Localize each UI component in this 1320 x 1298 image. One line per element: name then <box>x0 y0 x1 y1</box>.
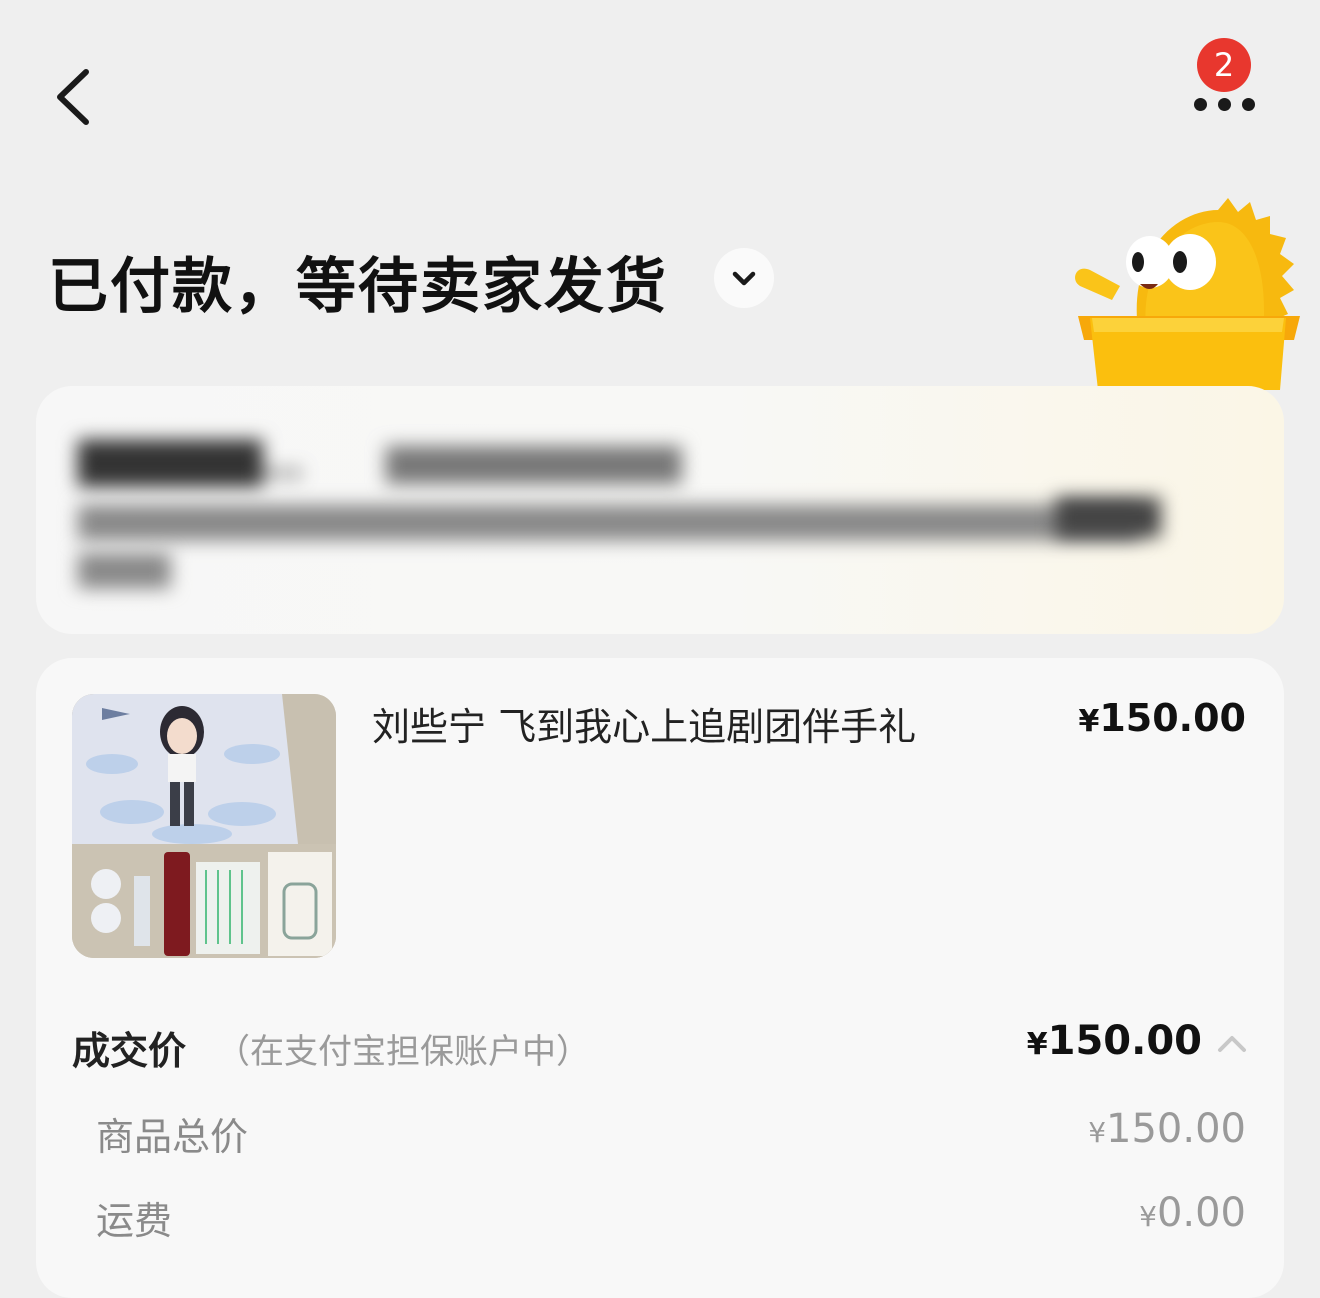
chevron-up-icon <box>1218 1036 1246 1052</box>
edit-address-button[interactable]: ████ <box>1056 498 1161 538</box>
subtotal-value: ¥150.00 <box>1088 1106 1246 1152</box>
order-detail-card: 刘些宁 飞到我心上追剧团伴手礼 ¥150.00 成交价 （在支付宝担保账户中） … <box>36 658 1284 1298</box>
address-line: ████ <box>78 554 171 589</box>
shipping-address-card[interactable]: ██████… ████████████ ███████████████████… <box>36 386 1284 634</box>
more-dots-icon <box>1194 98 1207 111</box>
notification-badge: 2 <box>1197 38 1251 92</box>
recipient-name: ██████… <box>78 441 303 487</box>
order-status-title: 已付款，等待卖家发货 <box>48 252 668 322</box>
shipping-fee-value: ¥0.00 <box>1139 1190 1246 1236</box>
subtotal-label: 商品总价 <box>96 1115 249 1159</box>
address-line: ████████████████████████████████████████… <box>78 506 1140 541</box>
product-price: ¥150.00 <box>1078 696 1246 740</box>
mascot-illustration <box>1075 198 1300 390</box>
top-nav-bar: 2 <box>0 0 1320 190</box>
deal-price-value: ¥150.00 <box>1026 1018 1202 1064</box>
deal-price-label: 成交价 <box>72 1029 187 1073</box>
chevron-left-icon <box>57 69 89 125</box>
status-expand-button[interactable] <box>714 248 774 308</box>
chevron-down-icon <box>732 271 756 286</box>
back-button[interactable] <box>48 62 108 132</box>
price-breakdown-toggle[interactable] <box>1214 1028 1250 1058</box>
recipient-phone: ████████████ <box>386 446 682 484</box>
product-thumbnail[interactable] <box>72 694 336 958</box>
product-title[interactable]: 刘些宁 飞到我心上追剧团伴手礼 <box>372 696 916 751</box>
deal-price-note: （在支付宝担保账户中） <box>216 1032 590 1072</box>
shipping-fee-label: 运费 <box>96 1199 173 1243</box>
